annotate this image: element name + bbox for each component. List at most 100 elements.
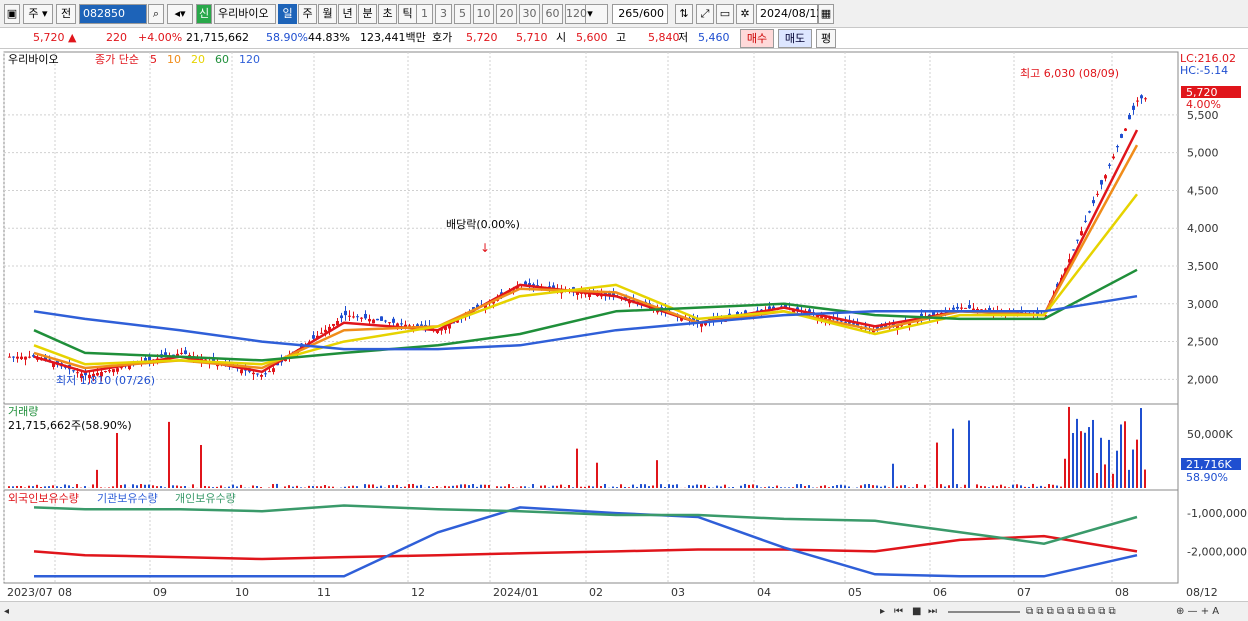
period-select[interactable]: 주 ▾ xyxy=(23,4,53,24)
volume-bar xyxy=(468,485,470,488)
zoom-slider[interactable] xyxy=(948,611,1020,613)
interval-button-120[interactable]: 120 xyxy=(565,4,587,24)
volume-bar xyxy=(148,484,150,488)
candle-body xyxy=(356,316,359,318)
buy-button[interactable]: 매수 xyxy=(740,29,774,48)
candle-body xyxy=(368,318,371,322)
stop-icon[interactable]: ■ xyxy=(912,605,921,619)
interval-button-3[interactable]: 3 xyxy=(435,4,452,24)
candle-body xyxy=(340,315,343,319)
period-tab-5[interactable]: 초 xyxy=(378,4,397,24)
candle-body xyxy=(380,316,383,321)
volume-bar xyxy=(1116,450,1118,488)
x-axis-label: 11 xyxy=(317,586,331,599)
period-tab-2[interactable]: 월 xyxy=(318,4,337,24)
volume-bar xyxy=(144,484,146,488)
candle-body xyxy=(360,317,363,319)
volume-bar xyxy=(768,486,770,488)
period-tab-1[interactable]: 주 xyxy=(298,4,317,24)
period-tab-4[interactable]: 분 xyxy=(358,4,377,24)
interval-button-30[interactable]: 30 xyxy=(519,4,540,24)
first-page-icon[interactable]: ⏮ xyxy=(894,605,903,619)
volume-bar xyxy=(160,486,162,488)
candle-body xyxy=(148,356,151,361)
volume-bar xyxy=(56,486,58,488)
volume-bar xyxy=(652,485,654,488)
sell-button[interactable]: 매도 xyxy=(778,29,812,48)
candle-icon[interactable]: ⇅ xyxy=(675,4,693,24)
save-icon[interactable]: ▭ xyxy=(716,4,734,24)
date-field[interactable]: 2024/08/12 xyxy=(756,4,823,24)
interval-button-10[interactable]: 10 xyxy=(473,4,494,24)
volume-bar xyxy=(628,487,630,488)
volume-bar xyxy=(16,485,18,488)
scroll-left-icon[interactable]: ◂ xyxy=(4,605,9,619)
candle-body xyxy=(320,332,323,334)
volume-bar xyxy=(880,486,882,488)
stock-name-field[interactable]: 우리바이오 xyxy=(214,4,276,24)
volume-bar xyxy=(296,485,298,488)
volume-bar xyxy=(116,432,118,488)
stock-name-label: 우리바이오 xyxy=(8,53,59,66)
speaker-icon[interactable]: ◂▾ xyxy=(167,4,193,24)
period-tab-6[interactable]: 틱 xyxy=(398,4,417,24)
volume-bar xyxy=(908,487,910,488)
interval-button-5[interactable]: 5 xyxy=(454,4,471,24)
interval-button-60[interactable]: 60 xyxy=(542,4,563,24)
x-axis-label: 04 xyxy=(757,586,771,599)
candle-body xyxy=(20,356,23,360)
volume-bar xyxy=(624,486,626,488)
open-label: 시 xyxy=(556,31,567,44)
candle-body xyxy=(1088,211,1091,213)
volume-bar xyxy=(900,485,902,488)
volume-bar xyxy=(784,487,786,488)
window-icon[interactable]: ▣ xyxy=(4,4,20,24)
volume-bar xyxy=(604,483,606,488)
gear-icon[interactable]: ✲ xyxy=(736,4,754,24)
candle-body xyxy=(28,356,31,358)
volume-bar xyxy=(412,483,414,488)
quote-bar: 5,720 ▲ 220 +4.00% 21,715,662 58.90% 44.… xyxy=(0,28,1248,49)
volume-bar xyxy=(392,485,394,488)
layout-icons[interactable]: ⧉ ⧉ ⧉ ⧉ ⧉ ⧉ ⧉ ⧉ ⧉ xyxy=(1026,605,1116,619)
scroll-right-icon[interactable]: ▸ xyxy=(880,605,885,619)
volume-bar xyxy=(496,486,498,488)
high-price: 5,840 xyxy=(648,31,680,44)
hoga-label: 호가 xyxy=(432,31,453,44)
interval-button-1[interactable]: 1 xyxy=(416,4,433,24)
evaluate-button[interactable]: 평 xyxy=(816,29,836,48)
volume-bar xyxy=(356,486,358,488)
hc-label: HC:-5.14 xyxy=(1180,64,1228,77)
volume-bar xyxy=(696,484,698,488)
period-tab-0[interactable]: 일 xyxy=(278,4,297,24)
zoom-in-icon[interactable]: ⊕ — + A xyxy=(1176,605,1219,619)
volume-bar xyxy=(288,485,290,488)
calendar-icon[interactable]: ▦ xyxy=(818,4,834,24)
volume-bar xyxy=(376,486,378,488)
search-icon[interactable]: ⌕ xyxy=(148,4,164,24)
x-axis-label: 06 xyxy=(933,586,947,599)
code-input[interactable]: 082850 xyxy=(79,4,147,24)
interval-button-20[interactable]: 20 xyxy=(496,4,517,24)
volume-bar xyxy=(452,485,454,488)
draw-icon[interactable]: ⤢ xyxy=(696,4,714,24)
candle-body xyxy=(1072,249,1075,251)
candle-body xyxy=(1124,128,1127,131)
price-change: 220 xyxy=(106,31,127,44)
volume-bar xyxy=(212,487,214,488)
candle-body xyxy=(16,356,19,359)
volume-bar xyxy=(1096,473,1098,488)
period-label: 주 xyxy=(28,7,39,20)
volume-bar xyxy=(20,486,22,488)
scroll-bar[interactable]: ◂ ▸ ⏮ ■ ⏭ ⧉ ⧉ ⧉ ⧉ ⧉ ⧉ ⧉ ⧉ ⧉ ⊕ — + A xyxy=(0,601,1248,621)
volume-bar xyxy=(612,486,614,488)
volume-bar xyxy=(540,485,542,488)
period-tab-3[interactable]: 년 xyxy=(338,4,357,24)
prev-button[interactable]: 전 xyxy=(56,4,76,24)
last-page-icon[interactable]: ⏭ xyxy=(928,605,937,619)
volume-bar xyxy=(1016,484,1018,488)
count-field[interactable]: 265/600 xyxy=(612,4,668,24)
candle-body xyxy=(12,356,15,358)
stock-chart[interactable]: 2023/07 08 09 10 11 12 2024/01 02 03 04 05 06 07 08 08… xyxy=(0,50,1248,602)
candle-body xyxy=(400,323,403,325)
